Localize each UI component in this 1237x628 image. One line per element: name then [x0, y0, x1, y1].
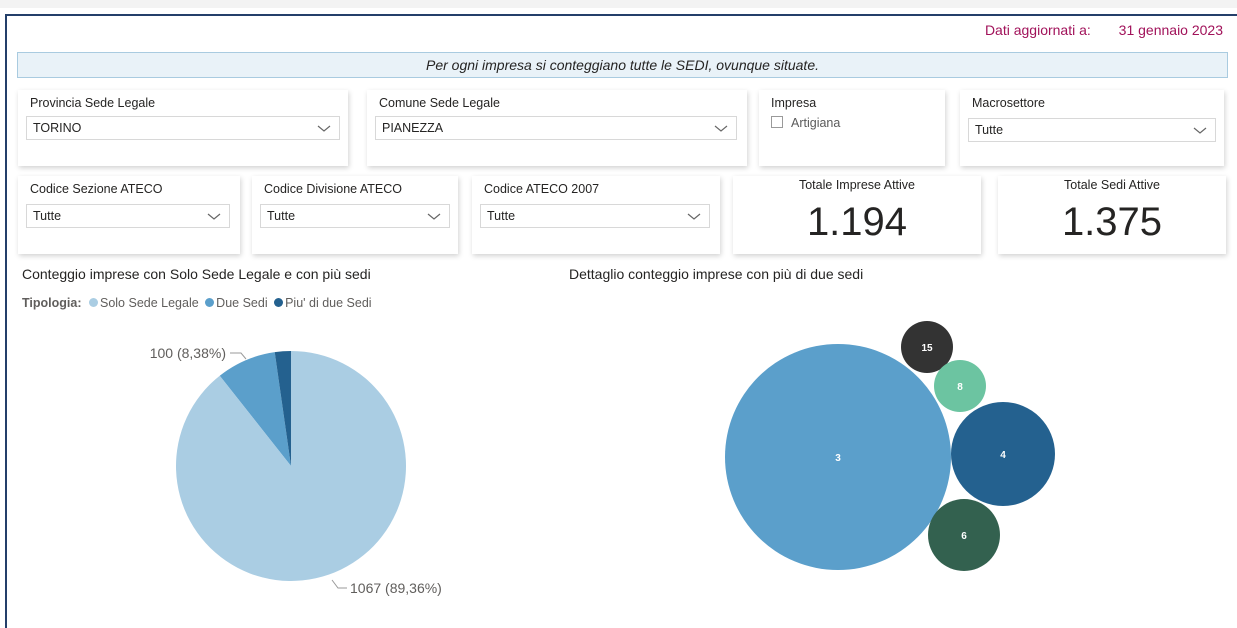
kpi-imprese-card: Totale Imprese Attive 1.194 [733, 176, 981, 254]
comune-value: PIANEZZA [382, 121, 444, 135]
chevron-down-icon [207, 213, 221, 220]
bubble-label-3: 3 [835, 453, 841, 464]
kpi-sedi-card: Totale Sedi Attive 1.375 [998, 176, 1226, 254]
slicer-divisione: Codice Divisione ATECO Tutte [252, 176, 458, 254]
slicer-comune: Comune Sede Legale PIANEZZA [367, 90, 747, 166]
update-info: Dati aggiornati a: 31 gennaio 2023 [985, 22, 1223, 38]
slicer-macrosettore-title: Macrosettore [972, 96, 1045, 110]
slicer-impresa: Impresa Artigiana [759, 90, 945, 166]
chevron-down-icon [427, 213, 441, 220]
bubble-chart-title: Dettaglio conteggio imprese con più di d… [569, 266, 864, 282]
slicer-ateco: Codice ATECO 2007 Tutte [472, 176, 720, 254]
kpi-sedi-value: 1.375 [1061, 200, 1163, 244]
bubble-chart: 3 15 8 4 6 [725, 321, 1055, 571]
legend-dot [205, 298, 215, 307]
top-strip [0, 0, 1237, 8]
bubble-label-8: 8 [957, 382, 963, 393]
pie-chart: 100 (8,38%) 1067 (89,36%) [150, 345, 442, 596]
pie-leader-line [230, 352, 247, 360]
legend-label-due-sedi: Due Sedi [216, 296, 268, 310]
update-label: Dati aggiornati a: [984, 22, 1091, 38]
legend-item-solo-sede[interactable]: Solo Sede Legale [88, 296, 199, 310]
chevron-down-icon [714, 125, 728, 132]
checkbox-icon[interactable] [771, 116, 783, 128]
ateco-dropdown[interactable]: Tutte [480, 204, 710, 228]
pie-chart-title: Conteggio imprese con Solo Sede Legale e… [22, 266, 371, 282]
sezione-dropdown[interactable]: Tutte [26, 204, 230, 228]
artigiana-label: Artigiana [791, 116, 841, 130]
comune-dropdown[interactable]: PIANEZZA [375, 116, 737, 140]
pie-slice-solo-sede[interactable] [176, 351, 406, 581]
chevron-down-icon [687, 213, 701, 220]
divisione-value: Tutte [267, 209, 296, 223]
pie-leader-line [331, 579, 347, 589]
legend-label-solo-sede: Solo Sede Legale [99, 296, 199, 310]
bubble-label-15: 15 [921, 343, 933, 354]
kpi-sedi-title: Totale Sedi Attive [1064, 178, 1160, 192]
slicer-provincia-title: Provincia Sede Legale [30, 96, 156, 110]
chevron-down-icon [1193, 127, 1207, 134]
legend-dot [88, 298, 98, 307]
legend-item-due-sedi[interactable]: Due Sedi [205, 296, 268, 310]
slicer-sezione-title: Codice Sezione ATECO [30, 182, 163, 196]
divisione-dropdown[interactable]: Tutte [260, 204, 450, 228]
kpi-imprese-value: 1.194 [806, 200, 908, 244]
kpi-imprese-title: Totale Imprese Attive [798, 178, 916, 192]
bubble-label-6: 6 [961, 531, 967, 542]
provincia-dropdown[interactable]: TORINO [26, 116, 340, 140]
update-date: 31 gennaio 2023 [1118, 22, 1223, 38]
slicer-provincia: Provincia Sede Legale TORINO [18, 90, 348, 166]
slicer-macrosettore: Macrosettore Tutte [960, 90, 1224, 166]
chevron-down-icon [317, 125, 331, 132]
bubble-label-4: 4 [1000, 450, 1006, 461]
legend-title: Tipologia: [22, 296, 82, 310]
slicer-divisione-title: Codice Divisione ATECO [264, 182, 403, 196]
artigiana-checkbox[interactable]: Artigiana [771, 116, 840, 130]
legend-dot [274, 298, 284, 307]
ateco-value: Tutte [487, 209, 516, 223]
slicer-ateco-title: Codice ATECO 2007 [484, 182, 600, 196]
pie-legend: Tipologia: Solo Sede Legale Due Sedi Piu… [22, 296, 375, 310]
slicer-impresa-title: Impresa [771, 96, 817, 110]
sezione-value: Tutte [33, 209, 62, 223]
info-banner: Per ogni impresa si conteggiano tutte le… [17, 52, 1228, 78]
legend-label-piu-due: Piu' di due Sedi [285, 296, 372, 310]
provincia-value: TORINO [33, 121, 82, 135]
slicer-sezione: Codice Sezione ATECO Tutte [18, 176, 240, 254]
slicer-comune-title: Comune Sede Legale [379, 96, 500, 110]
pie-label-due-sedi: 100 (8,38%) [150, 345, 226, 361]
macrosettore-value: Tutte [975, 123, 1004, 137]
pie-label-solo-sede: 1067 (89,36%) [350, 580, 442, 596]
macrosettore-dropdown[interactable]: Tutte [968, 118, 1216, 142]
legend-item-piu-due[interactable]: Piu' di due Sedi [274, 296, 372, 310]
